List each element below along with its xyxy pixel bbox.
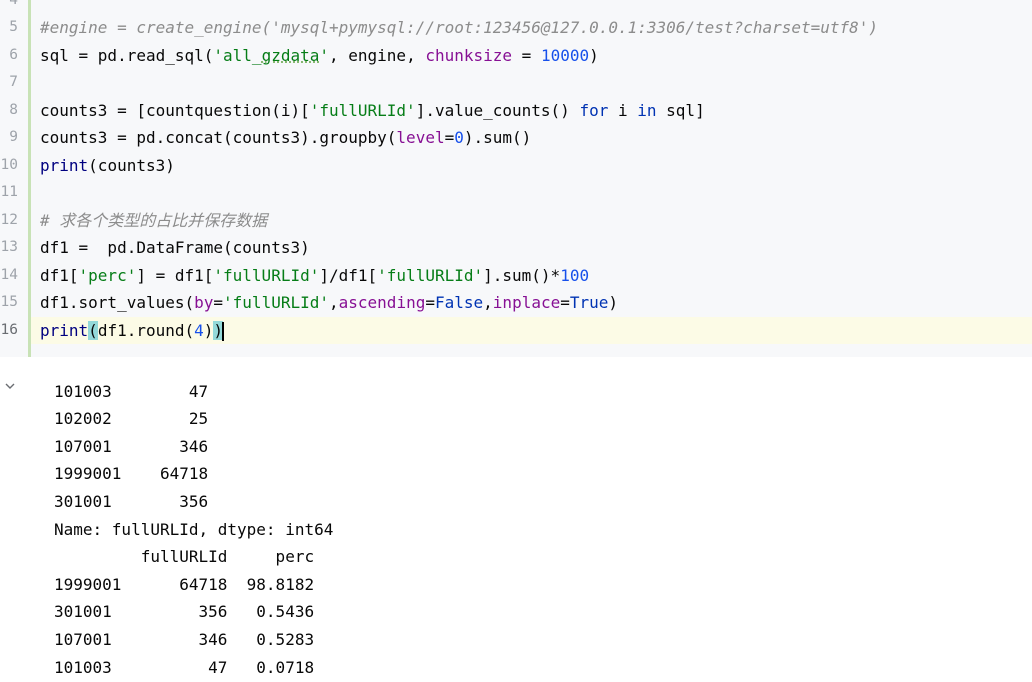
code-line[interactable] — [31, 179, 1032, 207]
chevron-down-icon[interactable] — [4, 380, 16, 392]
code-line[interactable]: print(counts3) — [31, 152, 1032, 180]
output-line: 301001 356 — [54, 491, 209, 511]
code-line[interactable]: sql = pd.read_sql('all_gzdata', engine, … — [31, 42, 1032, 70]
code-area[interactable]: #engine = create_engine('mysql+pymysql:/… — [31, 0, 1032, 357]
code-line-text: # 求各个类型的占比并保存数据 — [40, 210, 268, 230]
line-number-gutter: 4 5 6 7 8 9 10 11 12 13 14 15 16 — [0, 0, 28, 357]
output-line: fullURLId perc — [54, 547, 315, 567]
code-line-text: print(df1.round(4)) — [40, 320, 225, 341]
code-line[interactable]: counts3 = pd.concat(counts3).groupby(lev… — [31, 124, 1032, 152]
code-line[interactable]: df1['perc'] = df1['fullURLId']/df1['full… — [31, 262, 1032, 290]
line-number: 16 — [0, 321, 18, 338]
code-line-text: #engine = create_engine('mysql+pymysql:/… — [40, 18, 879, 37]
line-number: 4 — [0, 0, 18, 14]
line-number: 9 — [9, 129, 18, 145]
line-number: 14 — [0, 266, 18, 283]
code-line-text: print(counts3) — [40, 155, 175, 175]
line-number: 8 — [9, 101, 18, 118]
output-line: Name: fullURLId, dtype: int64 — [54, 519, 334, 539]
code-line-text: df1['perc'] = df1['fullURLId']/df1['full… — [40, 265, 590, 285]
ide-window: 4 5 6 7 8 9 10 11 12 13 14 15 16 #engine = create_en… — [0, 0, 1032, 682]
code-line-text: sql = pd.read_sql('all_gzdata', engine, … — [40, 45, 599, 65]
code-line-text: df1.sort_values(by='fullURLId',ascending… — [40, 293, 619, 312]
code-line[interactable]: #engine = create_engine('mysql+pymysql:/… — [31, 14, 1032, 42]
run-output-panel: 101003 47 102002 25 107001 346 1999001 6471… — [0, 357, 1032, 682]
line-number: 10 — [0, 156, 18, 173]
code-line-text: counts3 = [countquestion(i)['fullURLId']… — [40, 100, 705, 120]
code-line[interactable]: counts3 = [countquestion(i)['fullURLId']… — [31, 97, 1032, 125]
line-number: 6 — [9, 46, 18, 63]
line-number: 13 — [0, 239, 18, 255]
output-line: 107001 346 0.5283 — [54, 629, 315, 649]
output-line: 101003 47 0.0718 — [54, 657, 315, 677]
line-number: 12 — [0, 211, 18, 228]
output-line: 101003 47 — [54, 381, 209, 401]
code-line-text: counts3 = pd.concat(counts3).groupby(lev… — [40, 128, 532, 147]
line-number: 5 — [9, 19, 18, 35]
code-line[interactable]: df1.sort_values(by='fullURLId',ascending… — [31, 289, 1032, 317]
output-line: 301001 356 0.5436 — [54, 602, 315, 622]
code-editor[interactable]: 4 5 6 7 8 9 10 11 12 13 14 15 16 #engine = create_en… — [0, 0, 1032, 357]
code-line-text: df1 = pd.DataFrame(counts3) — [40, 238, 310, 257]
output-line: 1999001 64718 — [54, 464, 209, 484]
code-line[interactable]: df1 = pd.DataFrame(counts3) — [31, 234, 1032, 262]
line-number: 15 — [0, 294, 18, 310]
output-line: 1999001 64718 98.8182 — [54, 574, 315, 594]
code-line[interactable]: # 求各个类型的占比并保存数据 — [31, 207, 1032, 235]
code-line[interactable] — [31, 69, 1032, 97]
line-number: 11 — [0, 184, 18, 200]
output-line: 107001 346 — [54, 436, 209, 456]
code-line[interactable] — [31, 0, 1032, 14]
line-number: 7 — [9, 74, 18, 90]
output-line: 102002 25 — [54, 409, 209, 429]
code-line-current[interactable]: print(df1.round(4)) — [31, 316, 1032, 344]
